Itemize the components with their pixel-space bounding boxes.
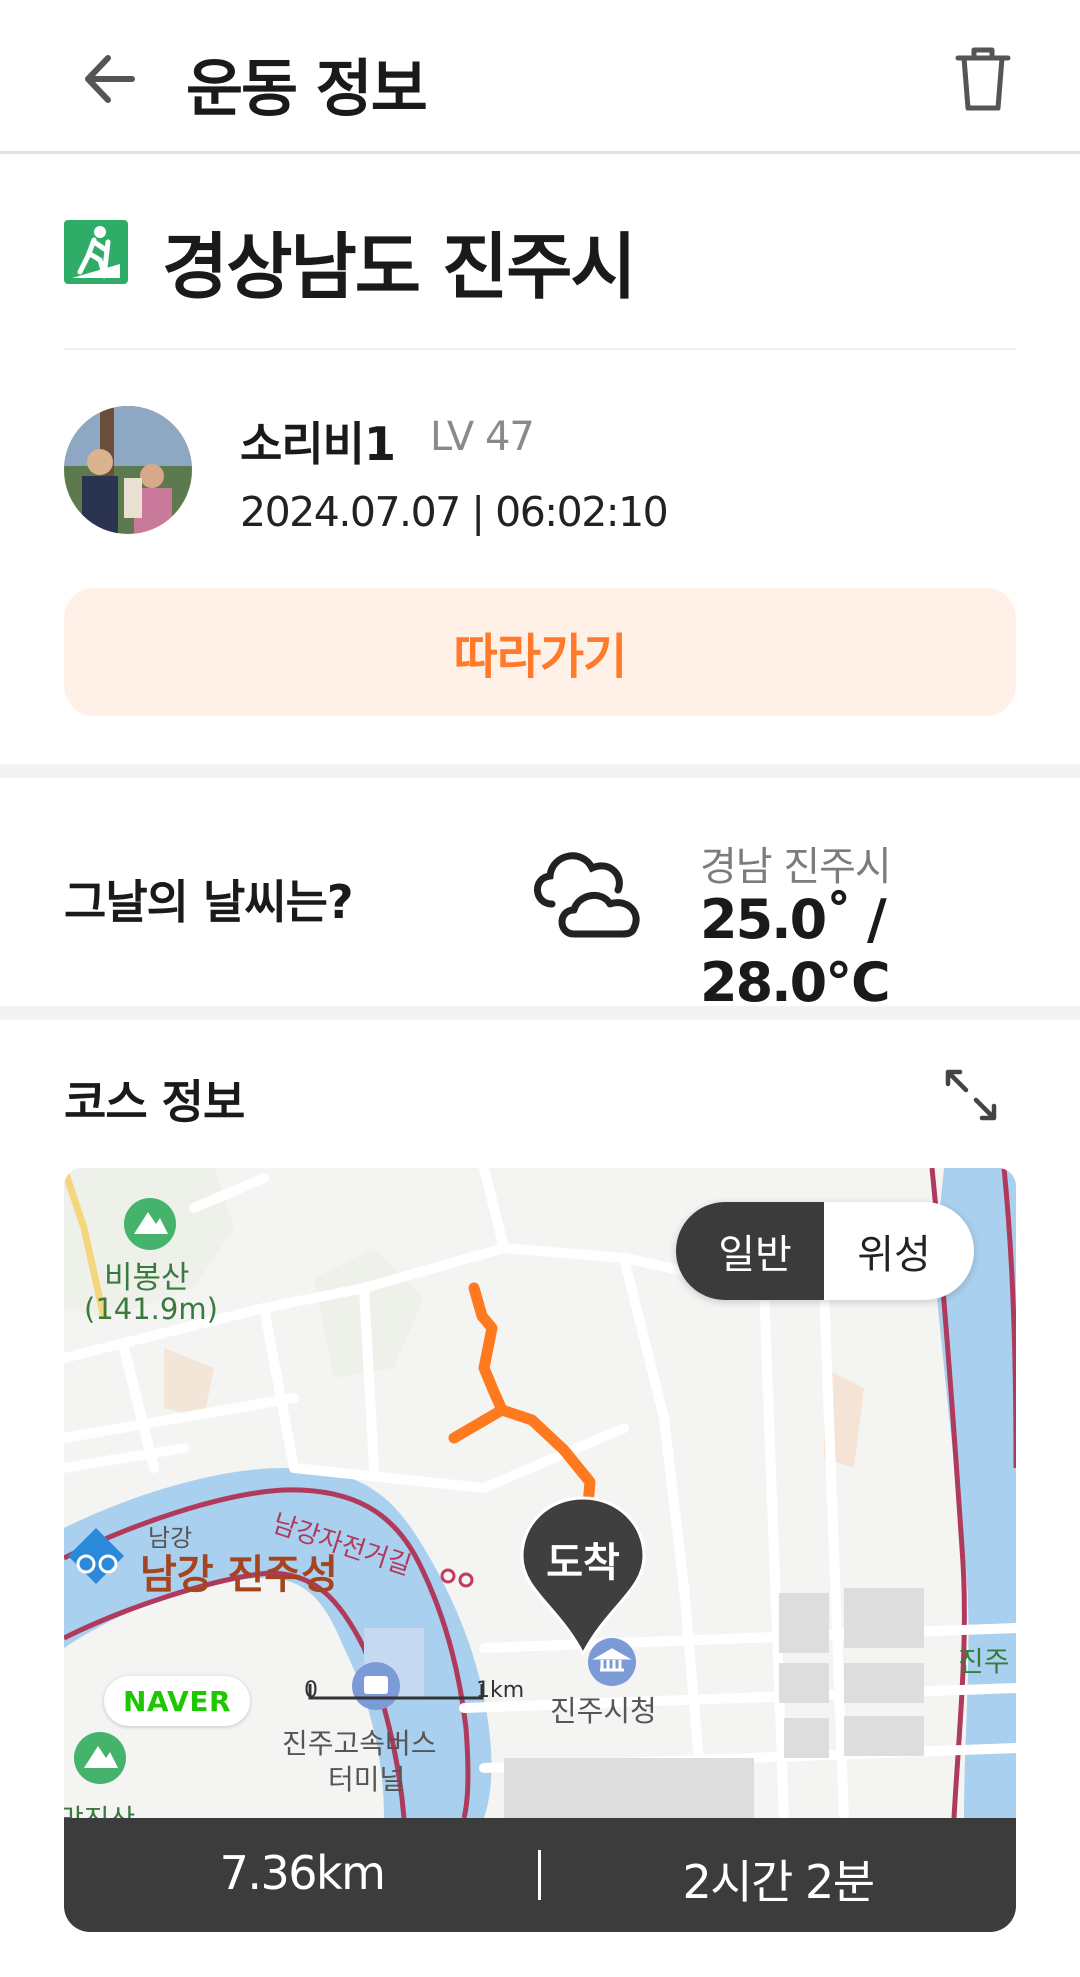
page-title: 운동 정보 (186, 52, 428, 125)
course-title: 코스 정보 (64, 1075, 245, 1129)
map-scale-0: 0 (304, 1678, 318, 1703)
user-name: 소리비1 (240, 417, 396, 471)
section-divider (0, 764, 1080, 778)
map-type-satellite[interactable]: 위성 (824, 1202, 974, 1300)
end-marker-label: 도착 (546, 1540, 620, 1586)
expand-icon[interactable] (940, 1064, 1002, 1126)
course-duration: 2시간 2분 (682, 1855, 875, 1909)
map-label-bus-terminal: 진주고속버스 (282, 1727, 437, 1760)
map-scale-1km: 1km (476, 1678, 525, 1703)
map-type-toggle[interactable]: 일반 위성 (676, 1202, 974, 1300)
activity-title: 경상남도 진주시 (162, 225, 637, 309)
weather-location: 경남 진주시 (700, 844, 892, 890)
map-type-normal[interactable]: 일반 (676, 1202, 824, 1300)
cloud-icon (534, 852, 640, 938)
follow-button[interactable]: 따라가기 (64, 588, 1016, 716)
naver-logo: NAVER (104, 1676, 250, 1726)
map-label-castle: 남강 진주성 (140, 1552, 338, 1598)
weather-temperature: 25.0˚ / 28.0℃ (700, 888, 891, 1014)
course-distance: 7.36km (219, 1846, 386, 1900)
map-label-bottom-left: 망진산 (64, 1798, 135, 1818)
map-label-city-hall: 진주시청 (550, 1694, 657, 1728)
avatar[interactable] (64, 406, 192, 534)
map-label-mountain-height: (141.9m) (84, 1292, 218, 1326)
trash-icon[interactable] (950, 44, 1016, 114)
section-divider (0, 1006, 1080, 1020)
map-label-mountain: 비봉산 (104, 1260, 190, 1296)
map-label-bus-terminal-2: 터미널 (328, 1763, 406, 1796)
user-level: LV 47 (430, 414, 535, 460)
back-arrow-icon[interactable] (74, 44, 144, 114)
hiking-icon (64, 220, 128, 284)
weather-question: 그날의 날씨는? (64, 875, 354, 929)
divider (64, 348, 1016, 350)
map-label-right: 진주 (958, 1645, 1010, 1678)
app-header (0, 0, 1080, 154)
activity-datetime: 2024.07.07 | 06:02:10 (240, 488, 669, 536)
